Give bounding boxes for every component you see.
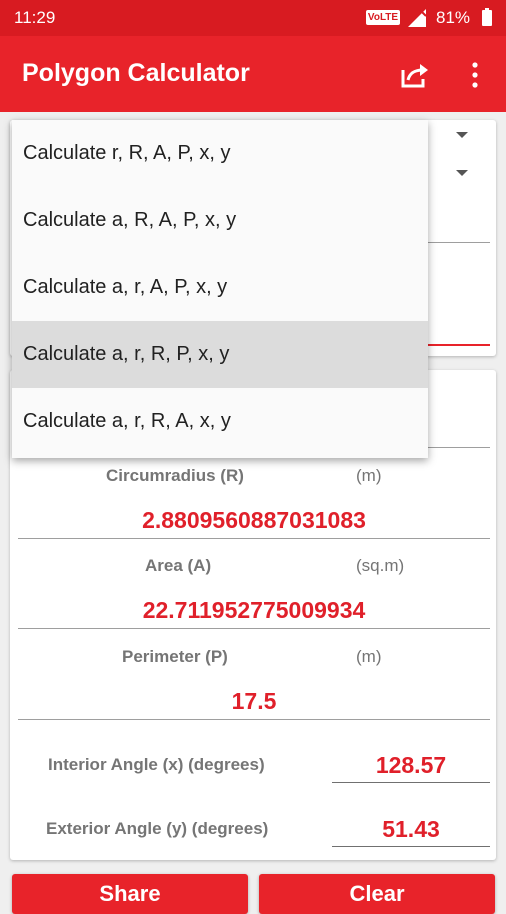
shape-select-chevron-down-icon[interactable] [455,130,469,140]
circumradius-label: Circumradius (R) [106,466,244,485]
interior-angle-value: 128.57 [375,752,447,778]
menu-item-calc-a-r-R-A[interactable]: Calculate a, r, R, A, x, y [12,388,428,455]
more-options-icon[interactable] [466,60,484,90]
clear-button[interactable]: Clear [259,874,495,914]
exterior-angle-label: Exterior Angle (y) (degrees) [46,819,269,838]
area-value: 22.711952775009934 [142,597,366,623]
input-underline [428,242,490,243]
divider [18,538,490,539]
menu-item-calc-r-R-A-P[interactable]: Calculate r, R, A, P, x, y [12,120,428,187]
share-button[interactable]: Share [12,874,248,914]
exterior-angle-value: 51.43 [382,816,440,842]
menu-item-calc-a-r-A-P[interactable]: Calculate a, r, A, P, x, y [12,254,428,321]
interior-angle-label: Interior Angle (x) (degrees) [48,755,265,774]
calculation-mode-dropdown-menu: Calculate r, R, A, P, x, y Calculate a, … [12,120,428,458]
exterior-angle-underline [332,846,490,847]
battery-percent: 81% [436,8,471,27]
area-label: Area (A) [145,556,212,575]
area-unit: (sq.m) [356,556,405,575]
perimeter-unit: (m) [356,647,382,666]
circumradius-value: 2.8809560887031083 [142,507,366,533]
perimeter-label: Perimeter (P) [122,647,228,666]
share-icon[interactable] [398,60,430,90]
circumradius-unit: (m) [356,466,382,485]
status-bar: 11:29 VoLTE 81% [0,0,506,36]
divider [18,628,490,629]
input-underline-focused [428,344,490,346]
signal-icon [408,9,427,27]
perimeter-value: 17.5 [231,688,277,714]
interior-angle-underline [332,782,490,783]
divider [18,719,490,720]
battery-icon [482,8,492,26]
app-bar: Polygon Calculator [0,36,506,112]
mode-select-chevron-down-icon[interactable] [455,168,469,178]
menu-item-calc-a-r-R-P[interactable]: Calculate a, r, R, P, x, y [12,321,428,388]
menu-item-calc-a-R-A-P[interactable]: Calculate a, R, A, P, x, y [12,187,428,254]
status-time: 11:29 [14,8,56,27]
app-title: Polygon Calculator [22,59,250,87]
volte-badge: VoLTE [366,10,400,25]
